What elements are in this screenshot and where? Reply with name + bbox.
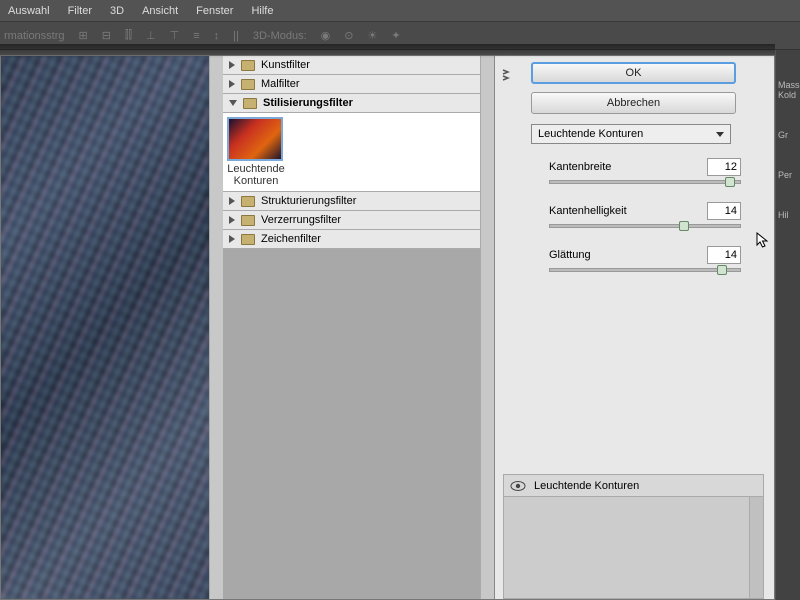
folder-icon — [241, 60, 255, 71]
label-kantenbreite: Kantenbreite — [549, 161, 611, 173]
slider-kantenhelligkeit[interactable] — [549, 224, 741, 228]
tree-item-strukturierungsfilter[interactable]: Strukturierungsfilter — [223, 192, 480, 211]
eye-icon[interactable] — [510, 480, 526, 492]
tree-item-stilisierungsfilter[interactable]: Stilisierungsfilter — [223, 94, 480, 113]
tree-item-kunstfilter[interactable]: Kunstfilter — [223, 56, 480, 75]
toolbar-label-left: rmationsstrg — [4, 30, 65, 42]
thumb-leuchtende-konturen[interactable]: Leuchtende Konturen — [227, 117, 285, 187]
menu-3d[interactable]: 3D — [110, 5, 124, 17]
ok-button[interactable]: OK — [531, 62, 736, 84]
filter-gallery-dialog: Kunstfilter Malfilter Stilisierungsfilte… — [0, 55, 775, 600]
label-glaettung: Glättung — [549, 249, 591, 261]
folder-icon — [241, 215, 255, 226]
toolbar-label-3d: 3D-Modus: — [253, 30, 307, 42]
slider-glaettung[interactable] — [549, 268, 741, 272]
folder-icon — [241, 196, 255, 207]
preview-image[interactable] — [1, 56, 209, 599]
label-kantenhelligkeit: Kantenhelligkeit — [549, 205, 627, 217]
filter-thumbnails: Leuchtende Konturen — [223, 113, 480, 192]
folder-icon — [241, 79, 255, 90]
preview-scrollbar[interactable] — [209, 56, 223, 599]
effect-layer-row[interactable]: Leuchtende Konturen — [504, 475, 763, 497]
collapse-icon[interactable] — [499, 68, 513, 82]
cancel-button[interactable]: Abbrechen — [531, 92, 736, 114]
menu-ansicht[interactable]: Ansicht — [142, 5, 178, 17]
input-kantenhelligkeit[interactable] — [707, 202, 741, 220]
preset-dropdown[interactable]: Leuchtende Konturen — [531, 124, 731, 144]
menu-fenster[interactable]: Fenster — [196, 5, 233, 17]
menu-auswahl[interactable]: Auswahl — [8, 5, 50, 17]
menu-filter[interactable]: Filter — [68, 5, 92, 17]
tree-item-zeichenfilter[interactable]: Zeichenfilter — [223, 230, 480, 249]
tree-item-verzerrungsfilter[interactable]: Verzerrungsfilter — [223, 211, 480, 230]
tree-item-malfilter[interactable]: Malfilter — [223, 75, 480, 94]
right-panel-strip: Masse Kold Gr Per Hil — [776, 50, 800, 600]
input-kantenbreite[interactable] — [707, 158, 741, 176]
folder-icon — [241, 234, 255, 245]
layers-scrollbar[interactable] — [749, 497, 763, 598]
menubar: Auswahl Filter 3D Ansicht Fenster Hilfe — [0, 0, 800, 22]
chevron-down-icon — [716, 132, 724, 137]
controls-pane: OK Abbrechen Leuchtende Konturen Kantenb… — [495, 56, 774, 599]
slider-kantenbreite[interactable] — [549, 180, 741, 184]
folder-icon — [243, 98, 257, 109]
effect-layers: Leuchtende Konturen — [503, 474, 764, 599]
preview-pane — [1, 56, 223, 599]
menu-hilfe[interactable]: Hilfe — [251, 5, 273, 17]
filter-tree: Kunstfilter Malfilter Stilisierungsfilte… — [223, 56, 495, 599]
tree-scrollbar[interactable] — [480, 56, 494, 599]
input-glaettung[interactable] — [707, 246, 741, 264]
